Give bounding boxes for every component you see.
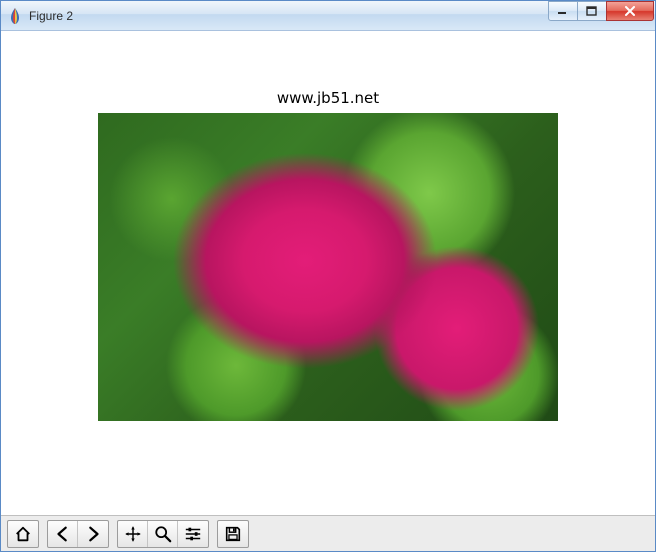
toolbar-group-nav2 bbox=[47, 520, 109, 548]
figure-canvas[interactable]: www.jb51.net bbox=[1, 31, 655, 515]
toolbar-group-view bbox=[117, 520, 209, 548]
window-controls bbox=[549, 1, 654, 21]
figure-window: Figure 2 www.jb51.net bbox=[0, 0, 656, 552]
close-button[interactable] bbox=[606, 1, 654, 21]
minimize-button[interactable] bbox=[548, 1, 578, 21]
configure-button[interactable] bbox=[178, 521, 208, 547]
pan-button[interactable] bbox=[118, 521, 148, 547]
zoom-button[interactable] bbox=[148, 521, 178, 547]
titlebar[interactable]: Figure 2 bbox=[1, 1, 655, 31]
home-button[interactable] bbox=[8, 521, 38, 547]
plot-title: www.jb51.net bbox=[277, 89, 379, 107]
window-title: Figure 2 bbox=[29, 9, 73, 23]
maximize-button[interactable] bbox=[577, 1, 607, 21]
save-button[interactable] bbox=[218, 521, 248, 547]
matplotlib-toolbar bbox=[1, 515, 655, 551]
back-button[interactable] bbox=[48, 521, 78, 547]
tk-feather-icon bbox=[7, 8, 23, 24]
toolbar-group-save bbox=[217, 520, 249, 548]
toolbar-group-nav1 bbox=[7, 520, 39, 548]
plot-image bbox=[98, 113, 558, 421]
forward-button[interactable] bbox=[78, 521, 108, 547]
